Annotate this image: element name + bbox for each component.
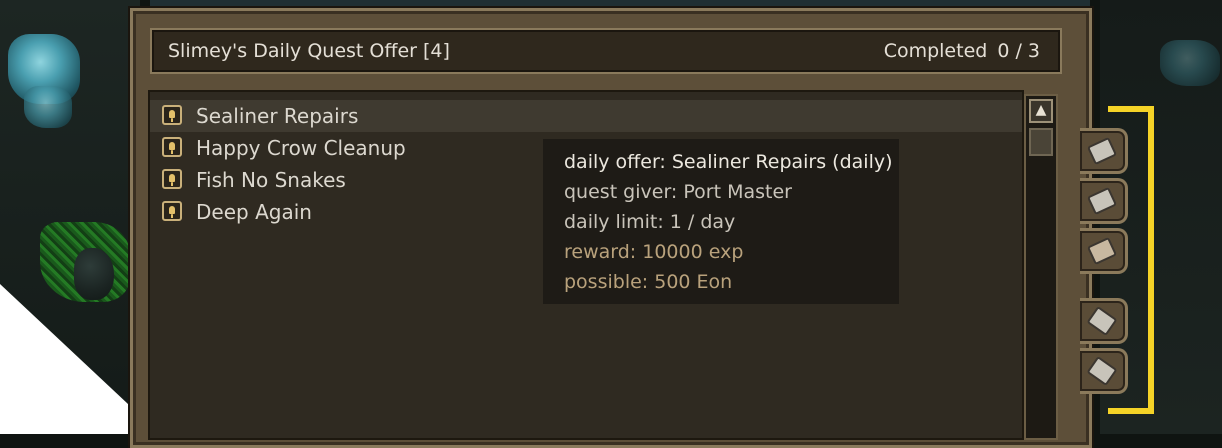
scroll-thumb[interactable] <box>1029 128 1053 156</box>
quest-label: Sealiner Repairs <box>196 104 359 128</box>
quest-label: Fish No Snakes <box>196 168 346 192</box>
quest-trophy-icon <box>162 105 182 125</box>
tooltip-limit: daily limit: 1 / day <box>564 211 736 233</box>
tooltip-giver: quest giver: Port Master <box>564 181 792 203</box>
completed-count: 0 / 3 <box>997 40 1040 62</box>
completed-counter: Completed 0 / 3 <box>884 40 1040 62</box>
tooltip-possible: possible: 500 Eon <box>564 271 733 293</box>
quest-item-sealiner-repairs[interactable]: Sealiner Repairs <box>150 100 1022 132</box>
quest-tooltip: daily offer: Sealiner Repairs (daily) qu… <box>543 139 899 304</box>
quest-label: Deep Again <box>196 200 312 224</box>
quest-list-scrollbar[interactable]: ▲ <box>1024 94 1058 440</box>
quest-label: Happy Crow Cleanup <box>196 136 406 160</box>
quest-trophy-icon <box>162 137 182 157</box>
window-header: Slimey's Daily Quest Offer [4] Completed… <box>150 28 1062 74</box>
window-title: Slimey's Daily Quest Offer [4] <box>168 40 450 62</box>
completed-label: Completed <box>883 40 988 62</box>
tooltip-offer: daily offer: Sealiner Repairs (daily) <box>564 151 893 173</box>
tooltip-reward: reward: 10000 exp <box>564 241 744 263</box>
quest-trophy-icon <box>162 201 182 221</box>
scroll-up-button[interactable]: ▲ <box>1029 99 1053 123</box>
quest-trophy-icon <box>162 169 182 189</box>
highlight-bracket <box>1108 106 1154 414</box>
